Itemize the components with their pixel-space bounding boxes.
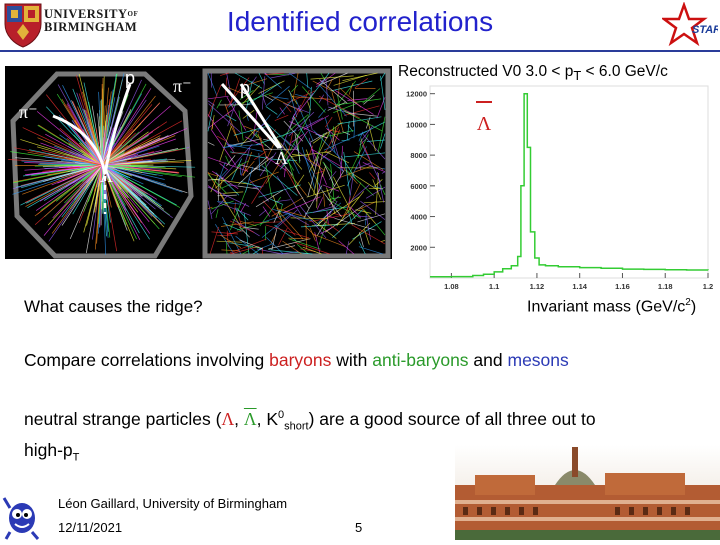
y-tick-label: 2000	[410, 243, 427, 252]
neutral-comma1: ,	[234, 409, 244, 429]
xlabel-pre: Invariant mass (GeV/c	[527, 298, 685, 315]
event-display-graphic	[5, 66, 392, 259]
star-icon: STAR	[662, 2, 718, 48]
anti-baryons-text: anti-baryons	[372, 350, 468, 370]
x-tick-label: 1.2	[703, 282, 713, 291]
compare-mid2: and	[469, 350, 508, 370]
histogram-xlabel: Invariant mass (GeV/c2)	[527, 297, 696, 316]
neutral-post: ) are a good source of all three out to	[309, 409, 596, 429]
x-tick-label: 1.12	[530, 282, 545, 291]
caption-post: < 6.0 GeV/c	[581, 63, 668, 80]
baryons-text: baryons	[269, 350, 331, 370]
ridge-question: What causes the ridge?	[24, 297, 203, 317]
x-tick-label: 1.18	[658, 282, 673, 291]
histogram-axes	[430, 86, 708, 278]
k0-subscript: short	[284, 420, 308, 432]
neutral-k: , K	[257, 409, 278, 429]
label-pion-top: π⁻	[173, 76, 192, 97]
y-tick-label: 8000	[410, 151, 427, 160]
page-title: Identified correlations	[0, 6, 720, 38]
event-display: p π⁻ π⁻ Λ p Λ	[5, 66, 392, 259]
label-pion-left: π⁻	[19, 102, 38, 123]
mass-histogram: 2000 4000 6000 8000 10000 12000 1.08 1.1 1.12 1.1…	[390, 82, 718, 292]
lambda-symbol: Λ	[221, 409, 234, 429]
neutral-line2: high-p	[24, 440, 73, 460]
xlabel-post: )	[691, 298, 696, 315]
star-logo: STAR	[662, 2, 718, 48]
compare-statement: Compare correlations involving baryons w…	[24, 350, 569, 371]
header-divider	[0, 50, 720, 52]
compare-pre: Compare correlations involving	[24, 350, 269, 370]
svg-text:STAR: STAR	[692, 24, 718, 36]
x-tick-label: 1.16	[615, 282, 630, 291]
x-tick-label: 1.08	[444, 282, 459, 291]
caption-pre: Reconstructed V0 3.0 < p	[398, 63, 573, 80]
x-tick-label: 1.14	[572, 282, 587, 291]
histogram-caption: Reconstructed V0 3.0 < pT < 6.0 GeV/c	[398, 63, 668, 83]
label-proton-right: p	[240, 78, 250, 99]
mesons-text: mesons	[508, 350, 569, 370]
neutral-pre: neutral strange particles (	[24, 409, 221, 429]
label-lambda-left: Λ	[100, 166, 113, 187]
y-tick-label: 10000	[406, 120, 427, 129]
antilambda-symbol: Λ	[244, 409, 257, 429]
neutral-line2-sub: T	[73, 452, 80, 464]
label-proton-left: p	[125, 68, 135, 89]
footer-author: Léon Gaillard, University of Birmingham	[58, 496, 287, 511]
mascot-icon	[2, 490, 48, 540]
y-tick-label: 12000	[406, 90, 427, 99]
y-tick-label: 6000	[410, 182, 427, 191]
x-tick-label: 1.1	[489, 282, 499, 291]
track-right	[211, 73, 212, 88]
antilambda-marker: Λ	[477, 113, 492, 135]
label-lambda-right: Λ	[275, 148, 288, 169]
y-tick-label: 4000	[410, 213, 427, 222]
page-number: 5	[355, 520, 362, 535]
compare-mid1: with	[331, 350, 372, 370]
plot-area	[430, 86, 708, 278]
footer-date: 12/11/2021	[58, 520, 122, 535]
campus-photo	[455, 445, 720, 540]
